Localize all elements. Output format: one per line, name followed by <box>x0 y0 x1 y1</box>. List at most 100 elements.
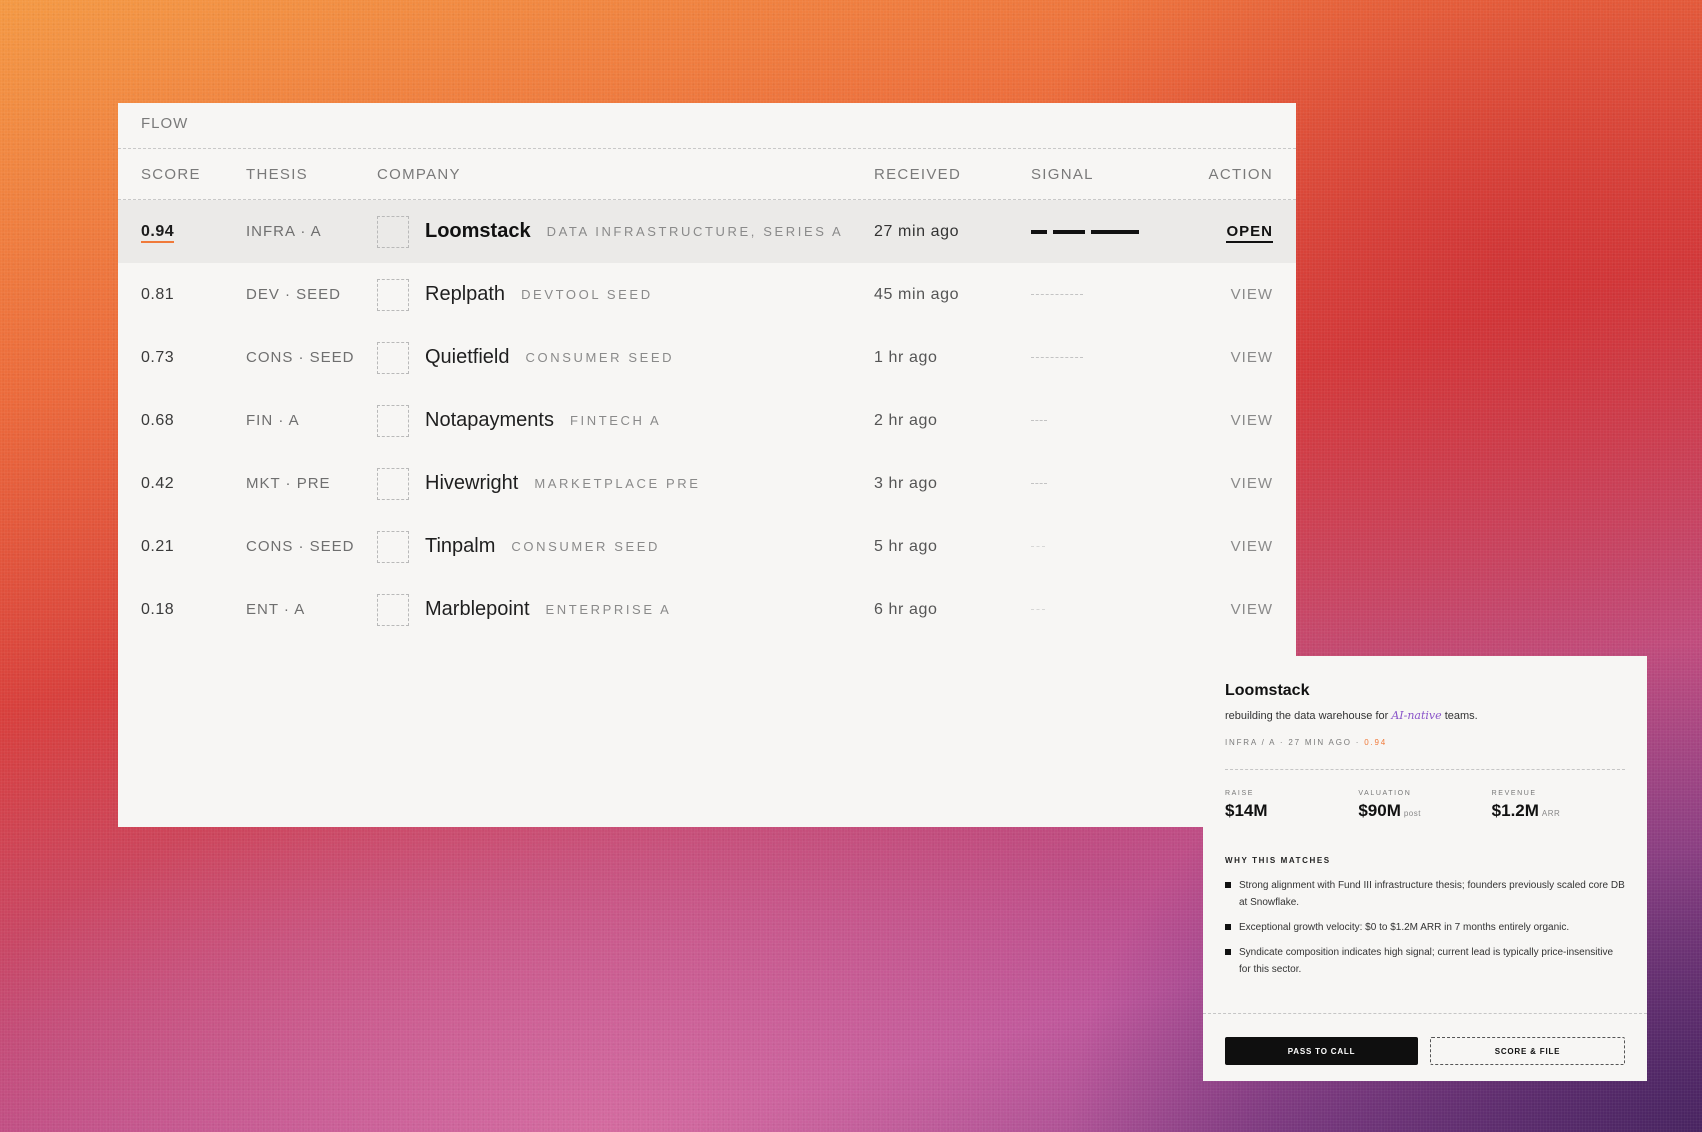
score-value: 0.42 <box>141 474 175 492</box>
column-header-score[interactable]: SCORE <box>141 166 246 183</box>
thesis-cell: FIN · A <box>246 412 300 429</box>
score-cell: 0.68 <box>141 412 246 430</box>
received-cell: 1 hr ago <box>874 348 938 366</box>
company-name[interactable]: Quietfield <box>425 346 510 369</box>
action-cell: VIEW <box>1151 286 1273 303</box>
score-and-file-button[interactable]: SCORE & FILE <box>1430 1037 1625 1065</box>
signal-strength-bars <box>1031 542 1151 552</box>
action-cell: VIEW <box>1151 349 1273 366</box>
stat-revenue: REVENUE $1.2M ARR <box>1492 790 1625 821</box>
score-cell: 0.81 <box>141 286 246 304</box>
company-logo-placeholder <box>377 341 409 374</box>
column-header-received[interactable]: RECEIVED <box>874 166 1031 183</box>
company-name[interactable]: Hivewright <box>425 472 518 495</box>
company-logo-placeholder <box>377 593 409 626</box>
row-action-link[interactable]: VIEW <box>1231 412 1273 429</box>
signal-strength-bars <box>1031 416 1151 426</box>
action-cell: VIEW <box>1151 601 1273 618</box>
company-name[interactable]: Replpath <box>425 283 505 306</box>
table-row[interactable]: 0.21 CONS · SEED Tinpalm CONSUMER SEED 5 hr … <box>118 515 1296 578</box>
table-row[interactable]: 0.42 MKT · PRE Hivewright MARKETPLACE PRE 3 … <box>118 452 1296 515</box>
signal-strength-bars <box>1031 227 1151 237</box>
detail-company-name: Loomstack <box>1225 682 1310 699</box>
signal-bar <box>1031 294 1083 295</box>
row-action-link[interactable]: VIEW <box>1231 538 1273 555</box>
bullet-icon <box>1225 949 1231 955</box>
column-header-thesis[interactable]: THESIS <box>246 166 377 183</box>
action-cell: OPEN <box>1151 223 1273 243</box>
company-name[interactable]: Marblepoint <box>425 598 530 621</box>
company-tag: MARKETPLACE PRE <box>534 476 701 491</box>
action-cell: VIEW <box>1151 538 1273 555</box>
stat-raise: RAISE $14M <box>1225 790 1358 821</box>
company-name[interactable]: Loomstack <box>425 220 531 243</box>
stat-label: RAISE <box>1225 790 1255 797</box>
score-cell: 0.73 <box>141 349 246 367</box>
stat-value-suffix: post <box>1403 809 1421 818</box>
signal-cell <box>1031 479 1151 489</box>
thesis-cell: CONS · SEED <box>246 349 355 366</box>
received-cell: 6 hr ago <box>874 600 938 618</box>
thesis-cell: DEV · SEED <box>246 286 342 303</box>
company-cell: Hivewright MARKETPLACE PRE <box>377 467 874 500</box>
table-row[interactable]: 0.73 CONS · SEED Quietfield CONSUMER SEED 1 … <box>118 326 1296 389</box>
company-cell: Replpath DEVTOOL SEED <box>377 278 874 311</box>
thesis-cell: CONS · SEED <box>246 538 355 555</box>
company-cell: Quietfield CONSUMER SEED <box>377 341 874 374</box>
score-value: 0.94 <box>141 222 175 243</box>
reason-item: Strong alignment with Fund III infrastru… <box>1225 877 1625 911</box>
score-cell: 0.21 <box>141 538 246 556</box>
company-logo-placeholder <box>377 215 409 248</box>
detail-description-highlight: AI-native <box>1391 709 1442 722</box>
company-tag: ENTERPRISE A <box>545 602 672 617</box>
company-cell: Tinpalm CONSUMER SEED <box>377 530 874 563</box>
company-logo-placeholder <box>377 530 409 563</box>
detail-card: Loomstack rebuilding the data warehouse … <box>1203 656 1647 1081</box>
received-cell: 3 hr ago <box>874 474 938 492</box>
company-name[interactable]: Tinpalm <box>425 535 495 558</box>
company-logo-placeholder <box>377 278 409 311</box>
reason-text: Syndicate composition indicates high sig… <box>1239 947 1614 975</box>
column-header-signal[interactable]: SIGNAL <box>1031 166 1151 183</box>
detail-description-text: rebuilding the data warehouse for <box>1225 710 1392 722</box>
reason-text: Strong alignment with Fund III infrastru… <box>1239 880 1625 908</box>
stat-value-number: $14M <box>1225 801 1268 820</box>
table-row[interactable]: 0.68 FIN · A Notapayments FINTECH A 2 hr ago… <box>118 389 1296 452</box>
row-action-link[interactable]: VIEW <box>1231 475 1273 492</box>
detail-description: rebuilding the data warehouse for AI-nat… <box>1225 709 1625 722</box>
signal-bar <box>1091 229 1139 234</box>
company-name[interactable]: Notapayments <box>425 409 554 432</box>
bullet-icon <box>1225 882 1231 888</box>
score-cell: 0.42 <box>141 475 246 493</box>
company-tag: CONSUMER SEED <box>525 350 675 365</box>
signal-bar <box>1031 357 1083 358</box>
stat-label: REVENUE <box>1491 790 1537 797</box>
signal-strength-bars <box>1031 605 1151 615</box>
row-action-link[interactable]: VIEW <box>1231 349 1273 366</box>
row-action-link[interactable]: VIEW <box>1231 286 1273 303</box>
detail-actions: PASS TO CALL SCORE & FILE <box>1203 1013 1647 1081</box>
thesis-cell: MKT · PRE <box>246 475 331 492</box>
column-header-company[interactable]: COMPANY <box>377 166 874 183</box>
stat-value: $90M post <box>1358 801 1491 821</box>
table-row[interactable]: 0.18 ENT · A Marblepoint ENTERPRISE A 6 hr a… <box>118 578 1296 641</box>
table-row[interactable]: 0.94 INFRA · A Loomstack DATA INFRASTRUCTUR… <box>118 200 1296 263</box>
signal-strength-bars <box>1031 353 1151 363</box>
row-action-link[interactable]: VIEW <box>1231 601 1273 618</box>
divider <box>1225 769 1625 770</box>
signal-bar <box>1031 483 1047 484</box>
row-action-link[interactable]: OPEN <box>1226 223 1273 243</box>
score-value: 0.68 <box>141 411 175 429</box>
signal-bar <box>1031 420 1047 421</box>
signal-bar <box>1031 609 1045 610</box>
deal-list: 0.94 INFRA · A Loomstack DATA INFRASTRUCTUR… <box>118 200 1296 641</box>
detail-meta-text: INFRA / A · 27 MIN AGO · <box>1225 738 1365 747</box>
signal-bar <box>1031 546 1045 547</box>
score-value: 0.73 <box>141 348 175 366</box>
company-tag: DEVTOOL SEED <box>521 287 653 302</box>
pass-to-call-button[interactable]: PASS TO CALL <box>1225 1037 1418 1065</box>
stat-value-number: $90M <box>1358 801 1401 820</box>
thesis-cell: ENT · A <box>246 601 306 618</box>
table-row[interactable]: 0.81 DEV · SEED Replpath DEVTOOL SEED 45 min… <box>118 263 1296 326</box>
signal-bar <box>1031 229 1047 234</box>
